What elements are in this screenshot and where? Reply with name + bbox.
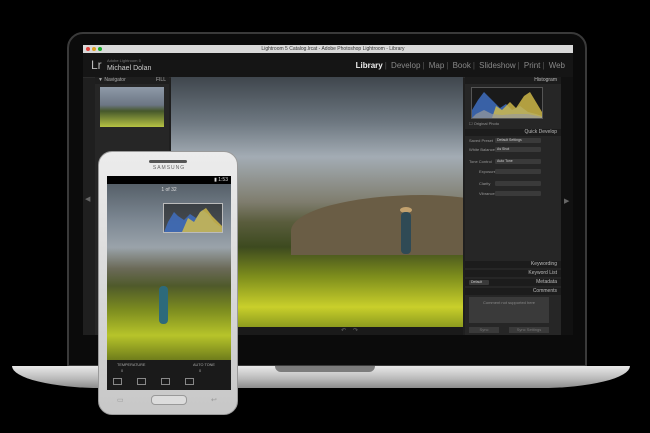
module-book[interactable]: Book xyxy=(451,61,473,70)
navigator-header[interactable]: ▼ Navigator FILL xyxy=(95,77,169,84)
phone-speaker xyxy=(149,160,187,163)
navigator-preview[interactable] xyxy=(100,87,164,127)
histogram xyxy=(471,87,543,119)
develop-sliders-icon[interactable] xyxy=(161,378,170,385)
temperature-value[interactable]: 0 xyxy=(121,369,123,373)
histogram-header[interactable]: Histogram xyxy=(465,77,561,84)
sync-button[interactable]: Sync xyxy=(469,327,499,333)
identity-plate-name: Michael Dolan xyxy=(107,65,152,72)
phone-develop-controls: TEMPERATURE AUTO TONE 0 0 xyxy=(107,360,231,390)
right-panel-edge: ▶ xyxy=(561,77,573,335)
phone-status-bar: ▮ 1:53 xyxy=(107,176,231,184)
recent-apps-icon[interactable]: ▭ xyxy=(117,396,124,404)
navigator-title: Navigator xyxy=(104,77,126,83)
clarity-stepper[interactable] xyxy=(495,181,541,186)
module-library[interactable]: Library xyxy=(354,61,385,70)
phone-clock: 1:53 xyxy=(218,177,228,183)
quick-develop-header[interactable]: Quick Develop xyxy=(465,129,561,136)
metadata-preset-select[interactable]: Default xyxy=(469,280,489,285)
auto-tone-label: AUTO TONE xyxy=(193,363,215,367)
laptop-notch xyxy=(275,366,375,372)
back-icon[interactable]: ↩ xyxy=(211,396,217,404)
close-window-button[interactable] xyxy=(86,47,90,51)
original-photo-checkbox[interactable]: ☐ Original Photo xyxy=(469,121,557,127)
phone-histogram xyxy=(163,203,223,233)
lightroom-logo: Lr xyxy=(91,58,102,72)
photo-hill xyxy=(291,195,463,255)
sync-settings-button[interactable]: Sync Settings xyxy=(509,327,549,333)
module-map[interactable]: Map xyxy=(427,61,447,70)
phone-device: SAMSUNG ▮ 1:53 1 of 32 TEMPERATURE AUTO … xyxy=(98,151,238,415)
expand-right-arrow-icon[interactable]: ▶ xyxy=(564,197,569,205)
rotate-left-icon[interactable]: ↶ xyxy=(341,327,346,334)
module-print[interactable]: Print xyxy=(522,61,542,70)
phone-photo-fisherman xyxy=(159,286,168,324)
saved-preset-select[interactable]: Default Settings xyxy=(495,138,541,143)
keywording-header[interactable]: Keywording xyxy=(465,261,561,268)
vibrance-stepper[interactable] xyxy=(495,191,541,196)
window-titlebar: Lightroom 5 Catalog.lrcat - Adobe Photos… xyxy=(83,45,573,53)
zoom-window-button[interactable] xyxy=(98,47,102,51)
filmstrip-icon[interactable] xyxy=(113,378,122,385)
temperature-label: TEMPERATURE xyxy=(117,363,146,367)
module-slideshow[interactable]: Slideshow xyxy=(477,61,517,70)
exposure-stepper[interactable] xyxy=(495,169,541,174)
expand-left-arrow-icon[interactable]: ◀ xyxy=(85,195,90,203)
phone-home-button[interactable] xyxy=(151,395,187,405)
product-line: Adobe Lightroom 5 xyxy=(107,58,141,63)
phone-brand: SAMSUNG xyxy=(152,165,186,171)
keyword-list-header[interactable]: Keyword List xyxy=(465,270,561,277)
flag-icon[interactable] xyxy=(137,378,146,385)
minimize-window-button[interactable] xyxy=(92,47,96,51)
auto-tone-value[interactable]: 0 xyxy=(199,369,201,373)
right-panel: Histogram ☐ Original Photo Quick Develop… xyxy=(465,77,561,335)
comments-header[interactable]: Comments xyxy=(465,288,561,295)
photo-fisherman xyxy=(401,212,411,254)
phone-loupe-photo[interactable]: 1 of 32 xyxy=(107,184,231,360)
lightroom-topbar: Lr Adobe Lightroom 5 Michael Dolan Libra… xyxy=(83,53,573,78)
crop-icon[interactable] xyxy=(185,378,194,385)
phone-screen: ▮ 1:53 1 of 32 TEMPERATURE AUTO TONE 0 0 xyxy=(107,176,231,390)
window-title: Lightroom 5 Catalog.lrcat - Adobe Photos… xyxy=(261,46,405,52)
module-web[interactable]: Web xyxy=(547,61,567,70)
phone-photo-counter: 1 of 32 xyxy=(161,187,177,193)
white-balance-select[interactable]: As Shot xyxy=(495,147,541,152)
module-picker: Library | Develop | Map | Book | Slideshow | … xyxy=(354,61,567,70)
zoom-fill-option[interactable]: FILL xyxy=(156,77,169,84)
rotate-right-icon[interactable]: ↷ xyxy=(353,327,358,334)
module-develop[interactable]: Develop xyxy=(389,61,422,70)
auto-tone-button[interactable]: Auto Tone xyxy=(495,159,541,164)
comment-field[interactable]: Comment not supported here xyxy=(469,297,549,323)
